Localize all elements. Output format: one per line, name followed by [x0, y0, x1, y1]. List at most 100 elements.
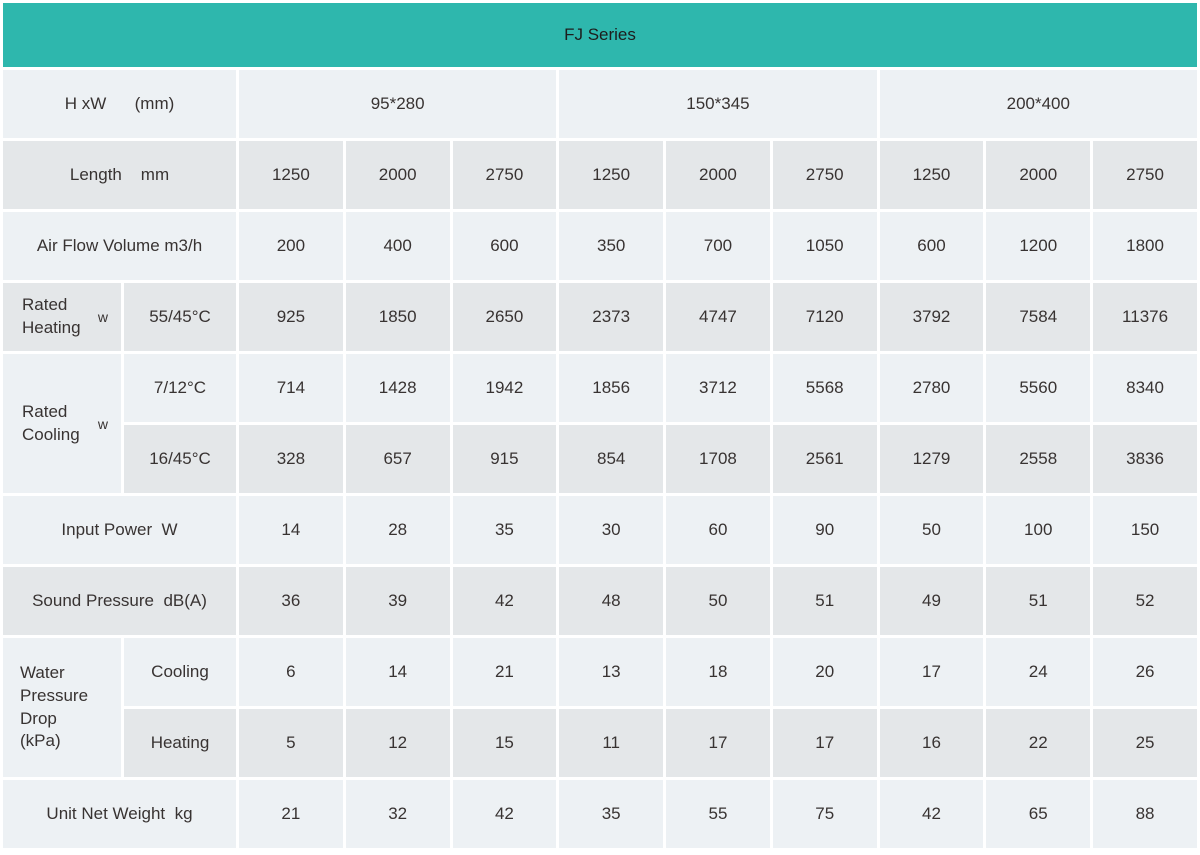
row-label-rated-cooling: Rated Cooling w — [3, 354, 121, 493]
row-label-airflow: Air Flow Volume m3/h — [3, 212, 236, 280]
water-pressure-row-2: Heating 51215111717162225 — [3, 709, 1197, 777]
data-cell: 49 — [880, 567, 984, 635]
data-cell: 5 — [239, 709, 343, 777]
data-cell: 925 — [239, 283, 343, 351]
data-cell: 8340 — [1093, 354, 1197, 422]
data-cell: 24 — [986, 638, 1090, 706]
data-cell: 2000 — [986, 141, 1090, 209]
data-cell: 350 — [559, 212, 663, 280]
data-cell: 75 — [773, 780, 877, 848]
data-cell: 2558 — [986, 425, 1090, 493]
data-cell: 1428 — [346, 354, 450, 422]
data-cell: 915 — [453, 425, 557, 493]
data-cell: 200*400 — [880, 70, 1197, 138]
data-cell: 1250 — [239, 141, 343, 209]
data-cell: 20 — [773, 638, 877, 706]
data-cell: 22 — [986, 709, 1090, 777]
rated-cooling-label: Rated Cooling — [22, 401, 80, 447]
data-cell: 35 — [559, 780, 663, 848]
condition-cell: 7/12°C — [124, 354, 236, 422]
data-cell: 100 — [986, 496, 1090, 564]
data-cell: 36 — [239, 567, 343, 635]
data-cell: 25 — [1093, 709, 1197, 777]
table-title: FJ Series — [3, 3, 1197, 67]
data-cell: 14 — [239, 496, 343, 564]
airflow-row: Air Flow Volume m3/h 2004006003507001050… — [3, 212, 1197, 280]
data-cell: 52 — [1093, 567, 1197, 635]
data-cell: 32 — [346, 780, 450, 848]
data-cell: 1200 — [986, 212, 1090, 280]
data-cell: 14 — [346, 638, 450, 706]
row-label-hxw: H xW (mm) — [3, 70, 236, 138]
data-cell: 95*280 — [239, 70, 556, 138]
data-cell: 42 — [453, 780, 557, 848]
data-cell: 2750 — [773, 141, 877, 209]
data-cell: 88 — [1093, 780, 1197, 848]
data-cell: 16 — [880, 709, 984, 777]
data-cell: 21 — [453, 638, 557, 706]
length-row: Length mm 125020002750125020002750125020… — [3, 141, 1197, 209]
data-cell: 15 — [453, 709, 557, 777]
data-cell: 854 — [559, 425, 663, 493]
data-cell: 1279 — [880, 425, 984, 493]
data-cell: 13 — [559, 638, 663, 706]
data-cell: 90 — [773, 496, 877, 564]
data-cell: 50 — [666, 567, 770, 635]
rated-heating-unit: w — [94, 309, 108, 325]
data-cell: 2000 — [666, 141, 770, 209]
hxw-row: H xW (mm) 95*280150*345200*400 — [3, 70, 1197, 138]
data-cell: 7120 — [773, 283, 877, 351]
data-cell: 17 — [666, 709, 770, 777]
data-cell: 1250 — [880, 141, 984, 209]
data-cell: 2750 — [453, 141, 557, 209]
data-cell: 2750 — [1093, 141, 1197, 209]
rated-cooling-row-1: Rated Cooling w 7/12°C 71414281942185637… — [3, 354, 1197, 422]
data-cell: 50 — [880, 496, 984, 564]
data-cell: 6 — [239, 638, 343, 706]
data-cell: 3712 — [666, 354, 770, 422]
data-cell: 150 — [1093, 496, 1197, 564]
data-cell: 18 — [666, 638, 770, 706]
data-cell: 28 — [346, 496, 450, 564]
data-cell: 2373 — [559, 283, 663, 351]
data-cell: 30 — [559, 496, 663, 564]
data-cell: 11376 — [1093, 283, 1197, 351]
rated-heating-label: Rated Heating — [22, 294, 81, 340]
data-cell: 328 — [239, 425, 343, 493]
data-cell: 65 — [986, 780, 1090, 848]
data-cell: 7584 — [986, 283, 1090, 351]
data-cell: 11 — [559, 709, 663, 777]
data-cell: 17 — [880, 638, 984, 706]
data-cell: 5560 — [986, 354, 1090, 422]
row-label-sound-pressure: Sound Pressure dB(A) — [3, 567, 236, 635]
data-cell: 600 — [880, 212, 984, 280]
table-header-row: FJ Series — [3, 3, 1197, 67]
data-cell: 4747 — [666, 283, 770, 351]
data-cell: 35 — [453, 496, 557, 564]
data-cell: 51 — [773, 567, 877, 635]
data-cell: 26 — [1093, 638, 1197, 706]
data-cell: 657 — [346, 425, 450, 493]
data-cell: 200 — [239, 212, 343, 280]
row-label-water-pressure: Water Pressure Drop (kPa) — [3, 638, 121, 777]
data-cell: 1800 — [1093, 212, 1197, 280]
row-label-input-power: Input Power W — [3, 496, 236, 564]
data-cell: 1856 — [559, 354, 663, 422]
condition-cell: 55/45°C — [124, 283, 236, 351]
data-cell: 5568 — [773, 354, 877, 422]
data-cell: 17 — [773, 709, 877, 777]
data-cell: 400 — [346, 212, 450, 280]
data-cell: 1708 — [666, 425, 770, 493]
row-label-rated-heating: Rated Heating w — [3, 283, 121, 351]
sound-pressure-row: Sound Pressure dB(A) 363942485051495152 — [3, 567, 1197, 635]
data-cell: 2000 — [346, 141, 450, 209]
data-cell: 2650 — [453, 283, 557, 351]
data-cell: 2561 — [773, 425, 877, 493]
data-cell: 12 — [346, 709, 450, 777]
rated-cooling-unit: w — [94, 416, 108, 432]
data-cell: 700 — [666, 212, 770, 280]
fj-series-spec-table: FJ Series H xW (mm) 95*280150*345200*400… — [0, 0, 1200, 851]
data-cell: 51 — [986, 567, 1090, 635]
data-cell: 42 — [880, 780, 984, 848]
row-label-weight: Unit Net Weight kg — [3, 780, 236, 848]
